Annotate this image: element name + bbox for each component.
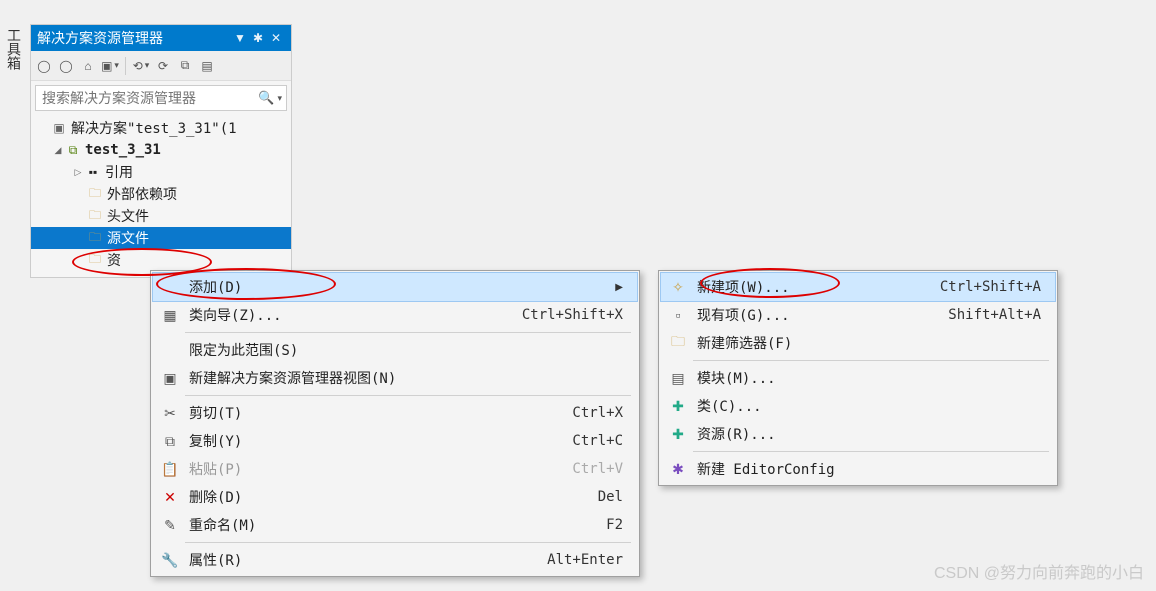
home-icon[interactable]: ⌂ xyxy=(79,57,97,75)
tree-solution[interactable]: ▣ 解决方案"test_3_31"(1 xyxy=(31,117,291,139)
panel-title-bar[interactable]: 解决方案资源管理器 ▼ ✱ ✕ xyxy=(31,25,291,51)
cut-icon: ✂ xyxy=(159,404,181,422)
blank-icon xyxy=(159,341,181,359)
resource-icon: ✚ xyxy=(667,425,689,443)
pin-icon[interactable]: ✱ xyxy=(249,31,267,45)
menu-scope[interactable]: 限定为此范围(S) xyxy=(153,336,637,364)
new-item-icon: ✧ xyxy=(667,278,689,296)
submenu-module[interactable]: ▤ 模块(M)... xyxy=(661,364,1055,392)
menu-add[interactable]: 添加(D) ▶ xyxy=(153,273,637,301)
blank-icon xyxy=(159,278,181,296)
menu-cut[interactable]: ✂ 剪切(T) Ctrl+X xyxy=(153,399,637,427)
search-box[interactable]: 🔍 ▾ xyxy=(35,85,287,111)
watermark: CSDN @努力向前奔跑的小白 xyxy=(934,559,1144,583)
folder-icon: 🗀 xyxy=(87,186,103,202)
properties-icon[interactable]: ▤ xyxy=(198,57,216,75)
panel-toolbar: ◯ ◯ ⌂ ▣ ⟲ ⟳ ⧉ ▤ xyxy=(31,51,291,81)
search-input[interactable] xyxy=(36,90,255,106)
search-icon[interactable]: 🔍 xyxy=(255,90,277,106)
separator xyxy=(185,332,631,333)
delete-icon: ✕ xyxy=(159,488,181,506)
menu-delete[interactable]: ✕ 删除(D) Del xyxy=(153,483,637,511)
class-wizard-icon: ▦ xyxy=(159,306,181,324)
new-filter-icon: 🗀 xyxy=(667,334,689,352)
expander-icon[interactable]: ◢ xyxy=(51,145,65,156)
solution-explorer-panel: 解决方案资源管理器 ▼ ✱ ✕ ◯ ◯ ⌂ ▣ ⟲ ⟳ ⧉ ▤ 🔍 ▾ ▣ 解决… xyxy=(30,24,292,278)
sync-icon[interactable]: ⟲ xyxy=(132,57,150,75)
submenu-new-item[interactable]: ✧ 新建项(W)... Ctrl+Shift+A xyxy=(661,273,1055,301)
submenu-arrow-icon: ▶ xyxy=(609,282,623,293)
menu-class-wizard[interactable]: ▦ 类向导(Z)... Ctrl+Shift+X xyxy=(153,301,637,329)
switch-view-icon[interactable]: ▣ xyxy=(101,57,119,75)
folder-icon: 🗀 xyxy=(87,230,103,246)
submenu-resource[interactable]: ✚ 资源(R)... xyxy=(661,420,1055,448)
separator xyxy=(693,360,1049,361)
context-menu: 添加(D) ▶ ▦ 类向导(Z)... Ctrl+Shift+X 限定为此范围(… xyxy=(150,270,640,577)
tree-resources[interactable]: 🗀 资 xyxy=(31,249,291,271)
collapse-icon[interactable]: ⧉ xyxy=(176,57,194,75)
submenu-new-filter[interactable]: 🗀 新建筛选器(F) xyxy=(661,329,1055,357)
project-icon: ⧉ xyxy=(65,142,81,158)
new-view-icon: ▣ xyxy=(159,369,181,387)
tree-sources[interactable]: 🗀 源文件 xyxy=(31,227,291,249)
nav-fwd-icon[interactable]: ◯ xyxy=(57,57,75,75)
class-icon: ✚ xyxy=(667,397,689,415)
folder-icon: 🗀 xyxy=(87,208,103,224)
menu-paste: 📋 粘贴(P) Ctrl+V xyxy=(153,455,637,483)
nav-back-icon[interactable]: ◯ xyxy=(35,57,53,75)
separator xyxy=(125,57,126,75)
module-icon: ▤ xyxy=(667,369,689,387)
toolbox-tab[interactable]: 工具箱 xyxy=(2,24,24,70)
window-menu-icon[interactable]: ▼ xyxy=(231,31,249,45)
submenu-existing-item[interactable]: ▫ 现有项(G)... Shift+Alt+A xyxy=(661,301,1055,329)
solution-tree: ▣ 解决方案"test_3_31"(1 ◢ ⧉ test_3_31 ▷ ▪▪ 引… xyxy=(31,115,291,277)
editorconfig-icon: ✱ xyxy=(667,460,689,478)
rename-icon: ✎ xyxy=(159,516,181,534)
menu-properties[interactable]: 🔧 属性(R) Alt+Enter xyxy=(153,546,637,574)
separator xyxy=(185,542,631,543)
copy-icon: ⧉ xyxy=(159,432,181,450)
tree-references[interactable]: ▷ ▪▪ 引用 xyxy=(31,161,291,183)
existing-item-icon: ▫ xyxy=(667,306,689,324)
panel-title: 解决方案资源管理器 xyxy=(37,28,231,48)
menu-copy[interactable]: ⧉ 复制(Y) Ctrl+C xyxy=(153,427,637,455)
close-icon[interactable]: ✕ xyxy=(267,31,285,45)
expander-icon[interactable]: ▷ xyxy=(71,167,85,178)
paste-icon: 📋 xyxy=(159,460,181,478)
submenu-class[interactable]: ✚ 类(C)... xyxy=(661,392,1055,420)
menu-rename[interactable]: ✎ 重命名(M) F2 xyxy=(153,511,637,539)
tree-external-deps[interactable]: 🗀 外部依赖项 xyxy=(31,183,291,205)
menu-new-view[interactable]: ▣ 新建解决方案资源管理器视图(N) xyxy=(153,364,637,392)
search-drop-icon[interactable]: ▾ xyxy=(277,93,286,104)
separator xyxy=(693,451,1049,452)
tree-headers[interactable]: 🗀 头文件 xyxy=(31,205,291,227)
wrench-icon: 🔧 xyxy=(159,551,181,569)
submenu-editorconfig[interactable]: ✱ 新建 EditorConfig xyxy=(661,455,1055,483)
refresh-icon[interactable]: ⟳ xyxy=(154,57,172,75)
add-submenu: ✧ 新建项(W)... Ctrl+Shift+A ▫ 现有项(G)... Shi… xyxy=(658,270,1058,486)
references-icon: ▪▪ xyxy=(85,164,101,180)
tree-project[interactable]: ◢ ⧉ test_3_31 xyxy=(31,139,291,161)
solution-icon: ▣ xyxy=(51,120,67,136)
separator xyxy=(185,395,631,396)
folder-icon: 🗀 xyxy=(87,252,103,268)
